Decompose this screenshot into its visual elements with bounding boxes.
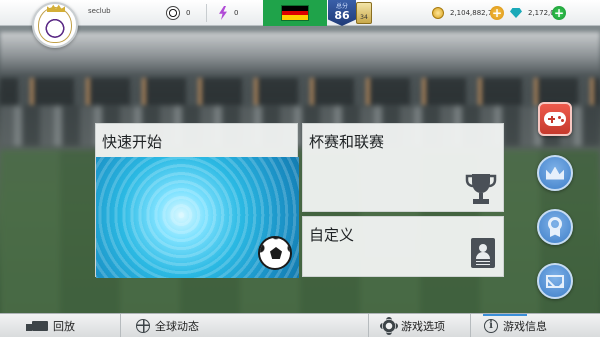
team-flag[interactable] <box>263 0 327 26</box>
gear-icon <box>382 319 396 333</box>
custom-title: 自定义 <box>309 226 355 244</box>
soccer-ball-icon <box>258 236 292 270</box>
club-crest[interactable] <box>32 2 78 48</box>
info-icon: i <box>484 319 498 333</box>
custom-tile[interactable]: 自定义 <box>302 216 504 277</box>
global-news-label: 全球动态 <box>155 320 199 333</box>
gamepad-button[interactable] <box>538 102 572 136</box>
bottom-bar: 回放 全球动态 游戏选项 i 游戏信息 <box>0 313 600 337</box>
divider <box>368 314 369 337</box>
lightning-icon <box>219 6 227 20</box>
pitch <box>0 150 600 337</box>
energy-stat: 0 <box>218 5 238 21</box>
replay-label: 回放 <box>53 320 75 333</box>
cup-and-league-tile[interactable]: 杯赛和联赛 <box>302 123 504 212</box>
balls-stat: 0 <box>166 5 190 21</box>
mail-button[interactable] <box>537 263 573 299</box>
cup-and-league-title: 杯赛和联赛 <box>309 133 385 151</box>
stadium-background <box>0 0 600 337</box>
crown-icon <box>546 166 564 180</box>
achievements-button[interactable] <box>537 209 573 245</box>
energy-count: 0 <box>234 9 239 17</box>
card-value: 34 <box>360 14 368 21</box>
player-card-icon[interactable]: 34 <box>356 2 372 24</box>
profile-card-icon <box>471 238 495 268</box>
balls-count: 0 <box>186 9 191 17</box>
gem-icon <box>510 8 522 18</box>
mail-icon <box>546 274 564 288</box>
team-rating[interactable]: 总分 86 <box>328 0 356 26</box>
stadium-lower-stands <box>0 106 600 146</box>
replay-icon <box>26 321 48 331</box>
soccer-ball-icon <box>166 6 180 20</box>
game-options-button[interactable]: 游戏选项 <box>382 314 445 337</box>
globe-icon <box>136 319 150 333</box>
germany-flag-icon <box>281 5 309 21</box>
game-options-label: 游戏选项 <box>401 320 445 333</box>
club-logo-icon <box>38 4 72 43</box>
replay-button[interactable]: 回放 <box>26 314 75 337</box>
game-info-button[interactable]: i 游戏信息 <box>484 314 547 337</box>
top-bar: seclub 0 0 总分 86 34 2,104,882,704 + 2,17… <box>0 0 600 26</box>
badge-icon <box>548 217 562 237</box>
add-gems-button[interactable]: + <box>552 6 566 20</box>
quick-start-tile[interactable]: 快速开始 <box>95 123 299 278</box>
ranking-button[interactable] <box>537 155 573 191</box>
game-info-label: 游戏信息 <box>503 320 547 333</box>
divider <box>470 314 471 337</box>
coin-icon <box>432 7 444 19</box>
divider <box>206 4 207 22</box>
global-news-button[interactable]: 全球动态 <box>136 314 199 337</box>
divider <box>120 314 121 337</box>
trophy-icon <box>465 174 497 204</box>
quick-start-title: 快速开始 <box>102 133 163 151</box>
gamepad-icon <box>544 112 566 126</box>
rating-value: 86 <box>334 9 350 22</box>
stadium-stands <box>0 78 600 106</box>
club-name: seclub <box>88 7 111 15</box>
crest-crown-icon <box>47 4 65 12</box>
add-coins-button[interactable]: + <box>490 6 504 20</box>
stadium-roof <box>0 32 600 72</box>
